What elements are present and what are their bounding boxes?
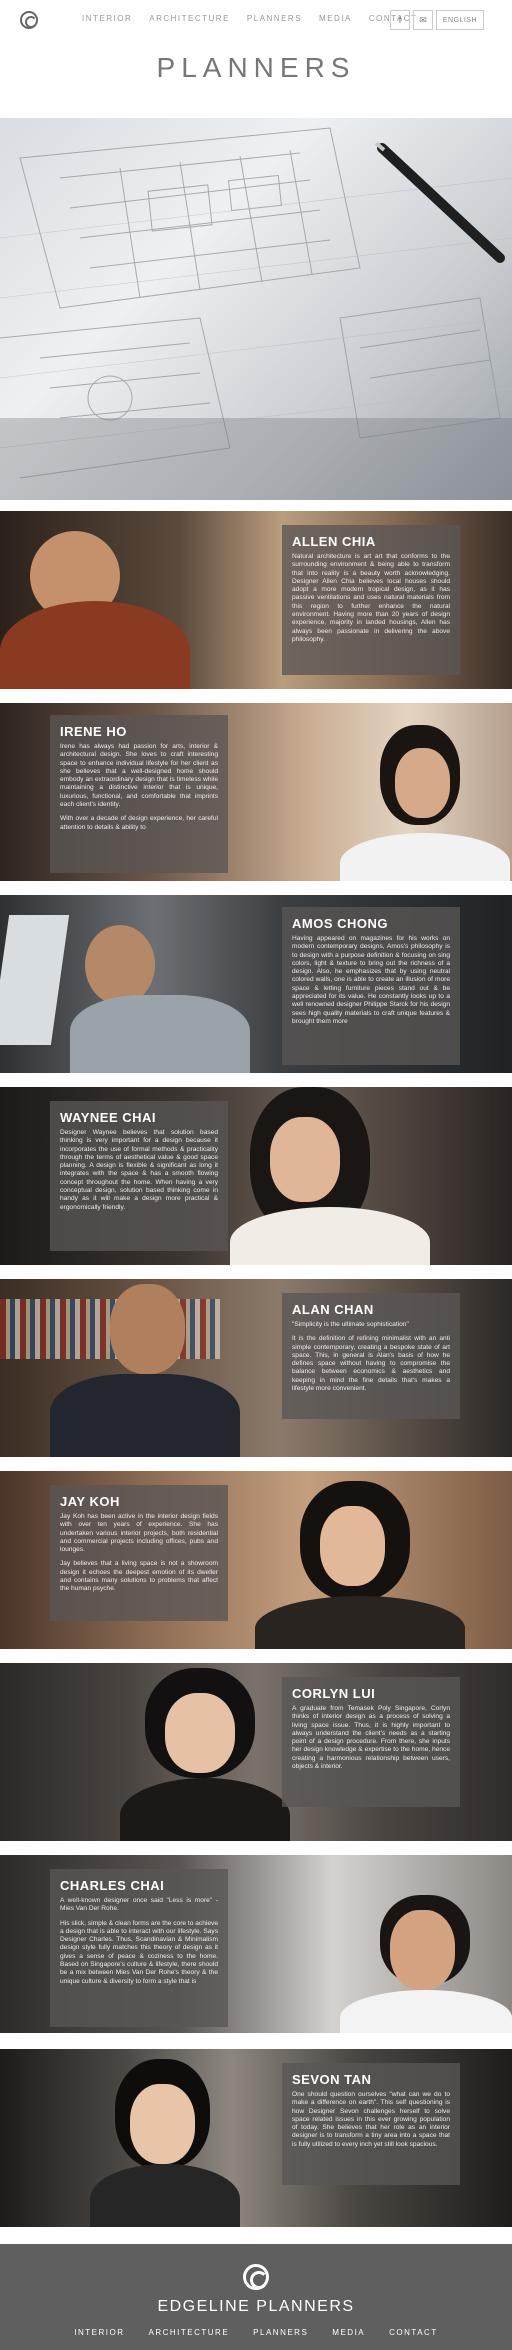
pen-icon xyxy=(377,143,505,263)
footer-brand: EDGELINE PLANNERS xyxy=(157,2298,355,2315)
planner-quote: "Simplicity is the ultimate sophisticati… xyxy=(292,1321,409,1328)
planner-card-jay-koh: JAY KOH Jay Koh has been active in the i… xyxy=(0,1471,512,1649)
planner-bio-box: SEVON TAN One should question ourselves … xyxy=(282,2063,460,2185)
planner-card-amos-chong: AMOS CHONG Having appeared on magazines … xyxy=(0,895,512,1073)
planner-bio: Jay believes that a living space is not … xyxy=(60,1560,218,1593)
planner-card-allen-chia: ALLEN CHIA Natural architecture is art a… xyxy=(0,511,512,689)
portrait-photo xyxy=(270,1117,340,1202)
nav-media[interactable]: MEDIA xyxy=(319,14,352,23)
planner-name: CHARLES CHAI xyxy=(60,1878,165,1893)
planner-card-corlyn-lui: CORLYN LUI A graduate from Temasek Poly … xyxy=(0,1663,512,1841)
planner-bio: His slick, simple & clean forms are the … xyxy=(60,1919,218,1985)
planner-quote: A well-known designer once said "Less is… xyxy=(60,1897,218,1913)
site-header: INTERIOR ARCHITECTURE PLANNERS MEDIA CON… xyxy=(0,0,512,40)
planner-bio: One should question ourselves "what can … xyxy=(292,2091,450,2148)
logo-icon[interactable] xyxy=(20,11,38,29)
planner-bio-box: JAY KOH Jay Koh has been active in the i… xyxy=(50,1485,228,1621)
planner-bio-box: CHARLES CHAI A well-known designer once … xyxy=(50,1869,228,2027)
planner-bio-box: WAYNEE CHAI Designer Waynee believes tha… xyxy=(50,1101,228,1251)
planner-bio-box: CORLYN LUI A graduate from Temasek Poly … xyxy=(282,1677,460,1807)
planner-bio: It is the definition of refining minimal… xyxy=(292,1335,450,1393)
email-icon[interactable]: ✉ xyxy=(413,10,433,30)
planner-card-alan-chan: ALAN CHAN "Simplicity is the ultimate so… xyxy=(0,1279,512,1457)
planner-name: SEVON TAN xyxy=(292,2072,372,2087)
planner-bio: Jay Koh has been active in the interior … xyxy=(60,1513,218,1554)
planner-bio-box: ALAN CHAN "Simplicity is the ultimate so… xyxy=(282,1293,460,1419)
planner-card-irene-ho: IRENE HO Irene has always had passion fo… xyxy=(0,703,512,881)
footer-nav-planners[interactable]: PLANNERS xyxy=(253,2328,308,2337)
planner-bio: Irene has always had passion for arts, i… xyxy=(60,743,218,809)
portrait-photo xyxy=(320,1506,385,1586)
planner-name: WAYNEE CHAI xyxy=(60,1110,157,1125)
hero-image xyxy=(0,118,512,500)
blueprint-illustration xyxy=(0,127,512,500)
facebook-icon[interactable]: f xyxy=(390,10,410,30)
planner-bio: Natural architecture is art art that con… xyxy=(292,553,450,643)
portrait-photo xyxy=(390,1910,455,1990)
planner-name: CORLYN LUI xyxy=(292,1686,376,1701)
footer-logo-icon[interactable] xyxy=(243,2264,269,2290)
planner-bio: A graduate from Temasek Poly Singapore, … xyxy=(292,1705,450,1771)
planner-card-waynee-chai: WAYNEE CHAI Designer Waynee believes tha… xyxy=(0,1087,512,1265)
main-nav: INTERIOR ARCHITECTURE PLANNERS MEDIA CON… xyxy=(82,14,417,23)
nav-architecture[interactable]: ARCHITECTURE xyxy=(149,14,230,23)
planner-bio: With over a decade of design experience,… xyxy=(60,815,218,831)
planner-bio: Designer Waynee believes that solution b… xyxy=(60,1129,218,1211)
planner-card-charles-chai: CHARLES CHAI A well-known designer once … xyxy=(0,1855,512,2033)
site-footer: EDGELINE PLANNERS INTERIOR ARCHITECTURE … xyxy=(0,2244,512,2350)
portrait-photo xyxy=(85,925,155,1005)
planner-name: ALAN CHAN xyxy=(292,1302,374,1317)
planner-name: AMOS CHONG xyxy=(292,916,388,931)
planner-name: ALLEN CHIA xyxy=(292,534,376,549)
nav-planners[interactable]: PLANNERS xyxy=(247,14,302,23)
page-title: PLANNERS xyxy=(156,52,356,83)
language-button[interactable]: ENGLISH xyxy=(436,10,484,30)
planner-name: IRENE HO xyxy=(60,724,127,739)
planner-name: JAY KOH xyxy=(60,1494,120,1509)
nav-interior[interactable]: INTERIOR xyxy=(82,14,132,23)
planner-bio: Having appeared on magazines for his wor… xyxy=(292,935,450,1025)
planner-card-sevon-tan: SEVON TAN One should question ourselves … xyxy=(0,2049,512,2227)
portrait-photo xyxy=(130,2084,195,2164)
planner-bio-box: AMOS CHONG Having appeared on magazines … xyxy=(282,907,460,1065)
portrait-photo xyxy=(110,1284,185,1374)
portrait-photo xyxy=(165,1693,235,1773)
planner-bio-box: IRENE HO Irene has always had passion fo… xyxy=(50,715,228,873)
footer-nav-contact[interactable]: CONTACT xyxy=(389,2328,438,2337)
footer-nav-interior[interactable]: INTERIOR xyxy=(74,2328,124,2337)
footer-nav: INTERIOR ARCHITECTURE PLANNERS MEDIA CON… xyxy=(0,2328,512,2337)
planner-bio-box: ALLEN CHIA Natural architecture is art a… xyxy=(282,525,460,675)
footer-nav-media[interactable]: MEDIA xyxy=(332,2328,365,2337)
footer-nav-architecture[interactable]: ARCHITECTURE xyxy=(149,2328,230,2337)
